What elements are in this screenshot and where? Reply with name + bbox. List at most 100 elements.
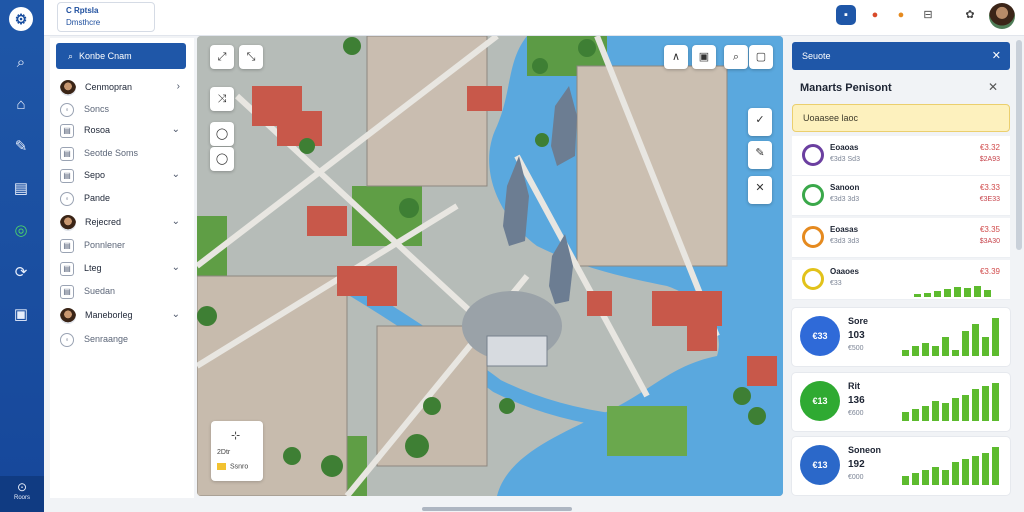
expand-icon[interactable]: ⤡ (239, 45, 263, 69)
left-panel-item-label: Ponnlener (84, 240, 126, 250)
left-panel-item[interactable]: Maneborleg ⌄ (60, 306, 186, 324)
card-title: Soneon (848, 445, 881, 455)
close-icon[interactable]: ✕ (992, 42, 1001, 70)
left-panel-item[interactable]: ◦ Senraange (60, 330, 186, 348)
chat-icon[interactable]: ▢ (749, 45, 773, 69)
stat-card[interactable]: €13 Soneon 192 €000 (792, 437, 1010, 495)
layers-icon[interactable]: ▣ (10, 304, 32, 326)
gauge: €33 (800, 316, 840, 356)
mini-ring-icon (802, 268, 824, 290)
metric-value-secondary: $3A30 (979, 238, 1000, 245)
metric-title: Eoasas (830, 225, 859, 234)
bar (952, 398, 959, 421)
legend-swatch-label: Ssnro (217, 463, 248, 470)
bar (932, 346, 939, 356)
rail-footer[interactable]: ⊙ Roors (0, 476, 44, 512)
draw-icon[interactable]: ✎ (748, 141, 772, 169)
bar (902, 412, 909, 421)
metric-value-secondary: €3E33 (979, 196, 1000, 203)
bar (982, 337, 989, 356)
close-icon[interactable]: ✕ (748, 176, 772, 204)
city-map[interactable]: ⤢ ⤡ ⤨ ◯ ◯ ∧ ▣ ⌕ ▢ ✓ ✎ ✕ ⊹ 2Dtr Ssnro (197, 36, 783, 496)
left-panel-item-label: Cenmopran (85, 82, 133, 92)
left-panel-title: Konbe Cnam (79, 51, 132, 61)
rotate-icon[interactable]: ⤢ (210, 45, 234, 69)
left-panel-item-label: Seotde Soms (84, 148, 139, 158)
bar (902, 350, 909, 356)
stat-card[interactable]: €33 Sore 103 €500 (792, 308, 1010, 366)
search-icon[interactable]: ⌕ (10, 52, 32, 74)
left-panel-item[interactable]: ▤ Rosoa ⌄ (60, 121, 186, 139)
bell-icon[interactable]: ⟳ (10, 262, 32, 284)
metric-row[interactable]: Sanoon €3d3 3d3 €3.33 €3E33 (792, 176, 1010, 216)
left-panel-item-label: Maneborleg (85, 310, 133, 320)
left-panel-item-label: Senraange (84, 334, 129, 344)
app-logo[interactable]: ⚙ (9, 7, 33, 31)
card-sub: €600 (848, 410, 864, 417)
left-panel-item[interactable]: Rejecred ⌄ (60, 213, 186, 231)
badge-icon: ◦ (60, 191, 74, 206)
stat-card[interactable]: €13 Rit 136 €600 (792, 373, 1010, 431)
chevron-icon[interactable]: ⌄ (172, 213, 180, 231)
tag-icon[interactable]: ✎ (10, 136, 32, 158)
left-panel-item[interactable]: ▤ Suedan (60, 282, 186, 300)
badge-icon: ◦ (60, 332, 74, 347)
chevron-icon[interactable]: › (177, 78, 180, 96)
bar (962, 331, 969, 356)
left-panel-item-label: Rosoa (84, 125, 111, 135)
book-icon[interactable]: ▤ (10, 178, 32, 200)
metric-row[interactable]: Eoasas €3d3 3d3 €3.35 $3A30 (792, 218, 1010, 258)
chevron-icon[interactable]: ⌄ (172, 121, 180, 139)
left-panel-item[interactable]: Cenmopran › (60, 78, 186, 96)
edit-icon[interactable]: ✓ (748, 108, 772, 136)
card-title: Sore (848, 316, 869, 326)
close-icon[interactable]: ✕ (988, 80, 998, 94)
bar (972, 324, 979, 356)
left-panel-item[interactable]: ▤ Ponnlener (60, 236, 186, 254)
map-scrollbar[interactable] (197, 505, 783, 511)
brand-box[interactable]: C Rptsla Dmsthcre (57, 2, 155, 32)
right-scrollbar[interactable] (1016, 40, 1022, 250)
zoom-in-icon[interactable]: ◯ (210, 122, 234, 146)
alert-icon[interactable]: ● (891, 5, 911, 25)
left-panel-item[interactable]: ◦ Soncs (60, 100, 186, 118)
home-icon[interactable]: ⌂ (10, 94, 32, 116)
search-icon[interactable]: ⌕ (724, 45, 748, 69)
bar (982, 453, 989, 485)
user-avatar[interactable] (989, 3, 1015, 29)
settings-icon[interactable]: ✿ (960, 5, 980, 25)
chevron-icon[interactable]: ⌄ (172, 306, 180, 324)
chevron-icon[interactable]: ⌄ (172, 259, 180, 277)
brand-title: C Rptsla (66, 6, 99, 15)
bar (942, 403, 949, 421)
bar (902, 476, 909, 485)
metric-title: Sanoon (830, 183, 860, 192)
left-panel-item-label: Pande (84, 193, 111, 203)
left-panel-item[interactable]: ▤ Seotde Soms (60, 144, 186, 162)
metric-row[interactable]: Eoaoas €3d3 Sd3 €3.32 $2A93 (792, 136, 1010, 176)
bar (912, 473, 919, 485)
bar (962, 395, 969, 421)
target-icon[interactable]: ◎ (10, 220, 32, 242)
metric-row-mini[interactable]: Oaaoes €33 €3.39 (792, 260, 1010, 300)
map-canvas[interactable] (197, 36, 783, 496)
left-panel-header[interactable]: ⌕ Konbe Cnam (56, 43, 186, 69)
metric-sub: €3d3 3d3 (830, 196, 860, 203)
left-panel-item[interactable]: ▤ Lteg ⌄ (60, 259, 186, 277)
bar (952, 350, 959, 356)
pan-icon[interactable]: ⤨ (210, 87, 234, 111)
card-title: Rit (848, 381, 860, 391)
measure-icon[interactable]: ∧ (664, 45, 688, 69)
zoom-out-icon[interactable]: ◯ (210, 147, 234, 171)
camera-icon[interactable]: ▪ (836, 5, 856, 25)
metric-title: Eoaoas (830, 143, 859, 152)
left-panel-item[interactable]: ◦ Pande (60, 189, 186, 207)
crosshair-icon[interactable]: ⊹ (231, 429, 240, 442)
chevron-icon[interactable]: ⌄ (172, 166, 180, 184)
document-icon: ▤ (60, 123, 74, 138)
bar (942, 337, 949, 356)
left-panel-item[interactable]: ▤ Sepo ⌄ (60, 166, 186, 184)
layers-icon[interactable]: ▣ (692, 45, 716, 69)
notification-icon[interactable]: ● (865, 5, 885, 25)
lock-icon[interactable]: ⊟ (918, 5, 938, 25)
